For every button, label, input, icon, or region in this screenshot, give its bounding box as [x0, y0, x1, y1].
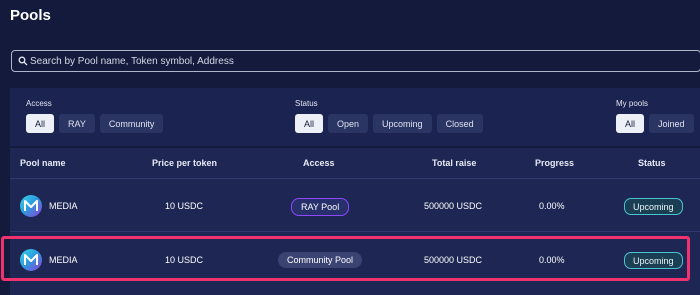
search-icon [18, 56, 28, 66]
access-filter-options: All RAY Community [26, 114, 164, 133]
status-open-button[interactable]: Open [328, 114, 369, 133]
status-all-button[interactable]: All [295, 114, 324, 133]
column-header-access[interactable]: Access [303, 158, 335, 168]
pools-table: Pool name Price per token Access Total r… [10, 148, 700, 295]
media-logo-icon [20, 249, 42, 271]
column-header-total-raise[interactable]: Total raise [432, 158, 476, 168]
pool-name[interactable]: MEDIA [49, 201, 78, 211]
column-header-pool-name[interactable]: Pool name [20, 158, 66, 168]
status-filter: Status [289, 99, 318, 108]
status-closed-button[interactable]: Closed [436, 114, 483, 133]
my-pools-all-button[interactable]: All [616, 114, 645, 133]
table-header: Pool name Price per token Access Total r… [10, 148, 700, 179]
table-row[interactable]: MEDIA 10 USDC RAY Pool 500000 USDC 0.00%… [10, 179, 700, 232]
search-input[interactable] [30, 51, 690, 71]
filters-panel: Access All RAY Community Status All Open… [10, 88, 700, 146]
status-upcoming-button[interactable]: Upcoming [373, 114, 432, 133]
access-filter: Access [20, 99, 52, 108]
access-badge-ray: RAY Pool [291, 198, 350, 216]
total-raise: 500000 USDC [424, 255, 483, 265]
progress-value: 0.00% [539, 255, 565, 265]
my-pools-joined-button[interactable]: Joined [649, 114, 694, 133]
price-per-token: 10 USDC [165, 201, 204, 211]
access-all-button[interactable]: All [26, 114, 55, 133]
access-badge-community: Community Pool [278, 252, 363, 268]
my-pools-filter-options: All Joined [616, 114, 694, 133]
my-pools-filter: My pools [610, 99, 648, 108]
access-filter-label: Access [26, 99, 52, 108]
status-filter-options: All Open Upcoming Closed [295, 114, 483, 133]
column-header-progress[interactable]: Progress [535, 158, 574, 168]
progress-value: 0.00% [539, 201, 565, 211]
access-ray-button[interactable]: RAY [59, 114, 95, 133]
access-community-button[interactable]: Community [99, 114, 164, 133]
page-title: Pools [10, 7, 51, 24]
my-pools-filter-label: My pools [616, 99, 649, 108]
table-row[interactable]: MEDIA 10 USDC Community Pool 500000 USDC… [10, 234, 700, 286]
status-filter-label: Status [295, 99, 318, 108]
status-badge: Upcoming [624, 252, 683, 269]
media-logo-icon [20, 195, 42, 217]
search-bar[interactable] [11, 50, 700, 72]
total-raise: 500000 USDC [424, 201, 483, 211]
pool-name[interactable]: MEDIA [49, 255, 78, 265]
column-header-status[interactable]: Status [638, 158, 666, 168]
status-badge: Upcoming [624, 198, 683, 215]
column-header-price[interactable]: Price per token [152, 158, 217, 168]
price-per-token: 10 USDC [165, 255, 204, 265]
